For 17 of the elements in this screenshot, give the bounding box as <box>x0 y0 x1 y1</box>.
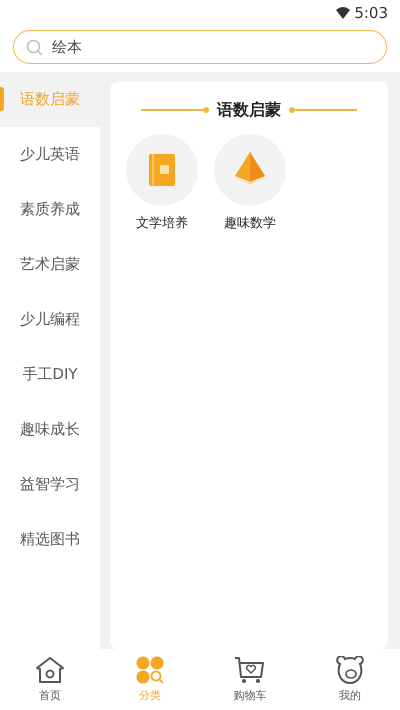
category-label: 趣味数学 <box>224 215 276 233</box>
divider-ornament <box>289 107 357 113</box>
bear-icon <box>334 656 366 684</box>
wifi-icon <box>336 7 350 19</box>
tab-bar-item[interactable]: 我的 <box>300 649 400 710</box>
search-icon <box>26 38 43 56</box>
search-field[interactable]: 绘本 <box>13 30 387 64</box>
section-title: 语数启蒙 <box>217 99 281 121</box>
divider-ornament <box>141 107 209 113</box>
category-icon <box>136 656 164 684</box>
status-time: 5:03 <box>354 2 388 24</box>
cart-icon <box>234 656 266 684</box>
home-icon <box>34 656 66 684</box>
book-icon <box>149 154 175 186</box>
tab-bar-item[interactable]: 购物车 <box>200 649 300 710</box>
tab-bar-item[interactable]: 首页 <box>0 649 100 710</box>
category-label: 文学培养 <box>136 215 188 233</box>
